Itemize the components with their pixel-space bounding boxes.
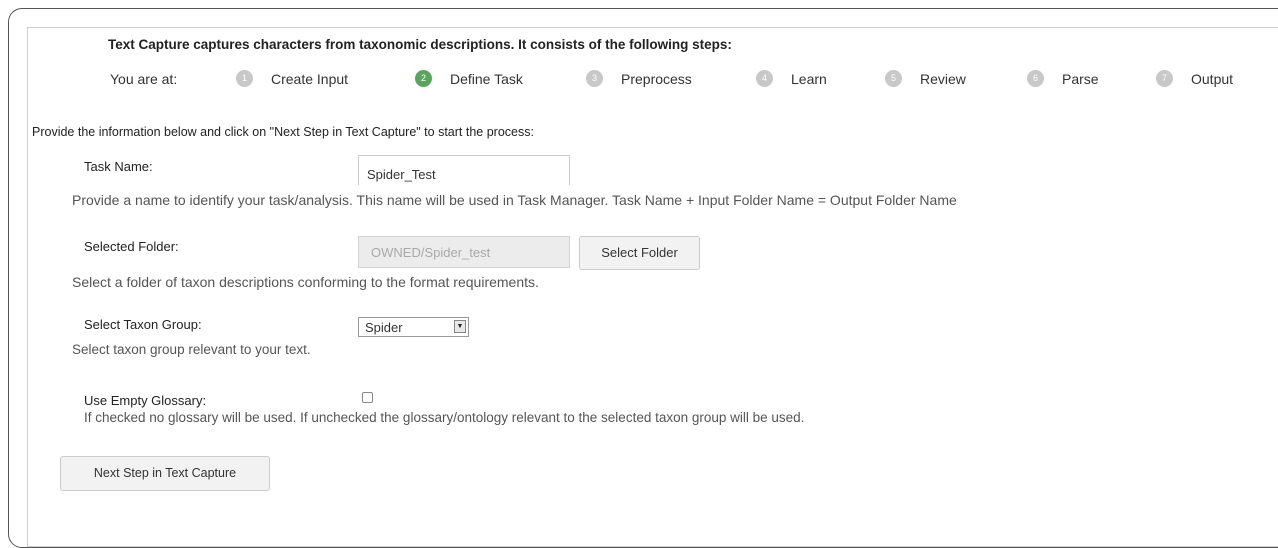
next-step-button[interactable]: Next Step in Text Capture xyxy=(60,456,270,491)
taxon-group-selected-value: Spider xyxy=(365,320,403,335)
empty-glossary-help: If checked no glossary will be used. If … xyxy=(84,410,805,425)
intro-text: Text Capture captures characters from ta… xyxy=(108,37,732,52)
step-output: 7 Output xyxy=(1156,70,1233,87)
step-learn: 4 Learn xyxy=(756,70,827,87)
step-review: 5 Review xyxy=(885,70,966,87)
select-folder-button[interactable]: Select Folder xyxy=(579,236,700,270)
step-number-icon: 6 xyxy=(1027,70,1044,87)
selected-folder-label: Selected Folder: xyxy=(84,239,179,254)
step-label: Preprocess xyxy=(621,70,692,87)
step-preprocess: 3 Preprocess xyxy=(586,70,692,87)
you-are-at-label: You are at: xyxy=(110,71,178,87)
step-label: Define Task xyxy=(450,70,523,87)
selected-folder-help: Select a folder of taxon descriptions co… xyxy=(72,274,539,290)
selected-folder-field: OWNED/Spider_test xyxy=(358,236,570,268)
empty-glossary-label: Use Empty Glossary: xyxy=(84,393,207,408)
taxon-group-select[interactable]: Spider ▼ xyxy=(358,317,469,337)
step-number-icon: 1 xyxy=(236,70,253,87)
step-label: Output xyxy=(1191,70,1234,87)
step-progress: You are at: 1 Create Input 2 Define Task… xyxy=(0,70,1278,92)
empty-glossary-checkbox[interactable] xyxy=(362,392,373,403)
step-number-icon: 3 xyxy=(586,70,603,87)
dropdown-arrow-icon[interactable]: ▼ xyxy=(454,320,466,333)
task-name-help: Provide a name to identify your task/ana… xyxy=(72,192,957,208)
step-parse: 6 Parse xyxy=(1027,70,1099,87)
step-label: Parse xyxy=(1062,70,1099,87)
step-number-icon: 7 xyxy=(1156,70,1173,87)
step-number-icon: 5 xyxy=(885,70,902,87)
taxon-group-help: Select taxon group relevant to your text… xyxy=(72,342,311,357)
step-label: Learn xyxy=(791,70,827,87)
task-name-label: Task Name: xyxy=(84,159,153,174)
step-number-icon: 2 xyxy=(415,70,432,87)
step-label: Review xyxy=(920,70,966,87)
instructions-text: Provide the information below and click … xyxy=(32,125,534,139)
taxon-group-label: Select Taxon Group: xyxy=(84,317,202,332)
task-name-input[interactable] xyxy=(358,155,570,185)
step-label: Create Input xyxy=(271,70,349,87)
step-create-input: 1 Create Input xyxy=(236,70,348,87)
step-define-task: 2 Define Task xyxy=(415,70,523,87)
step-number-icon: 4 xyxy=(756,70,773,87)
